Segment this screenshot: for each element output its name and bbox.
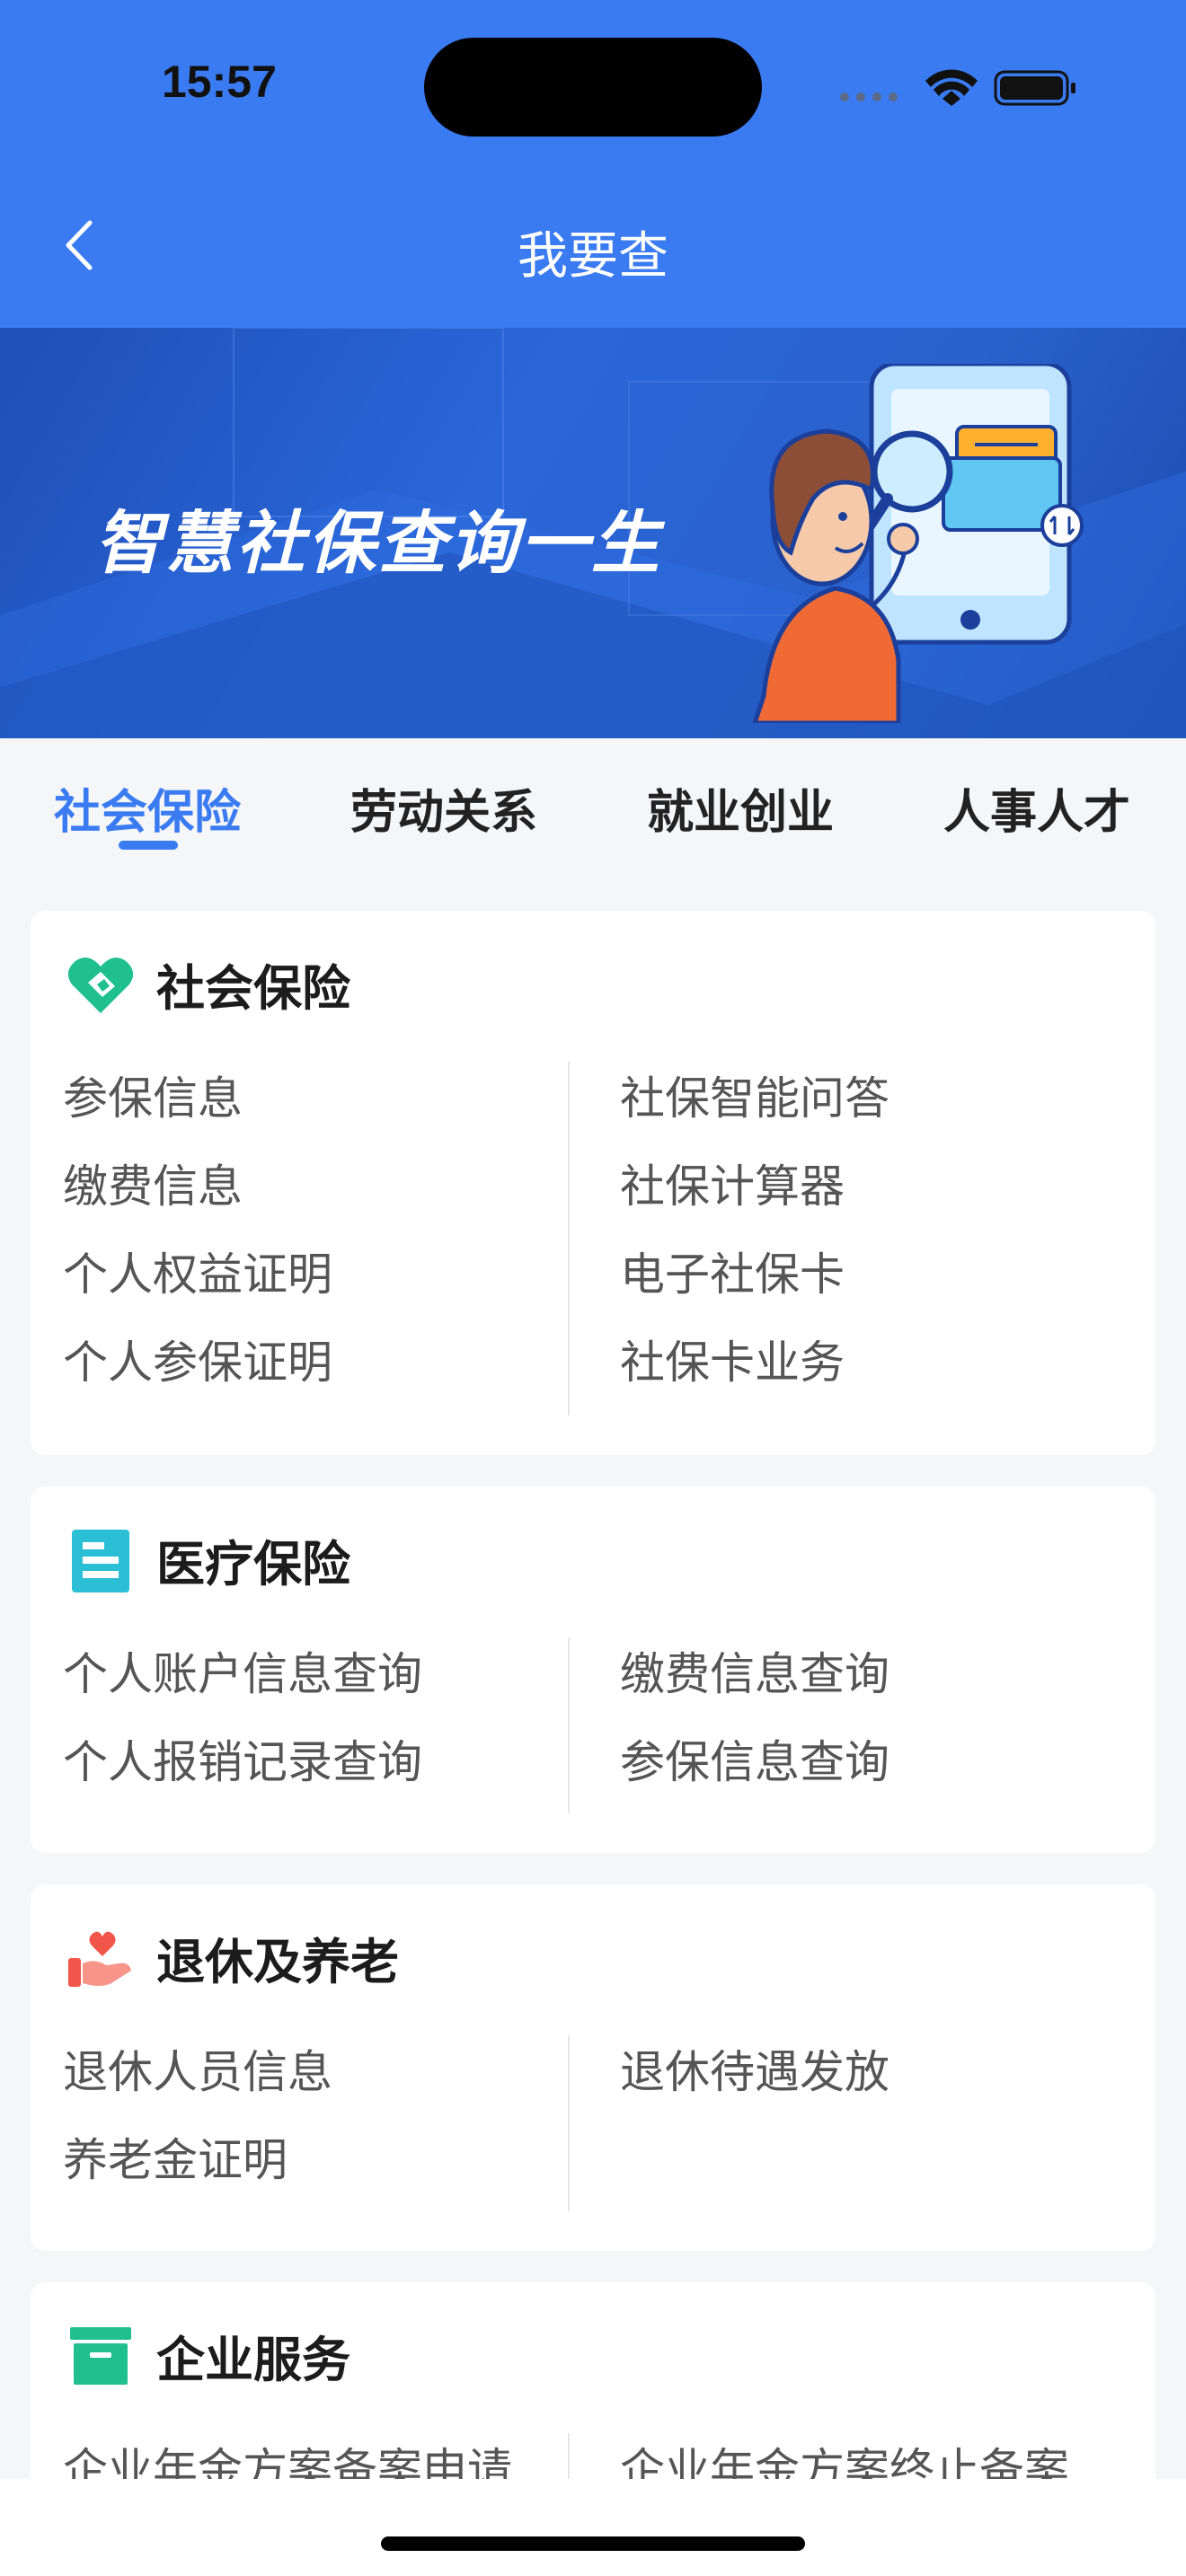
page: 15:57 我要查 智慧社保查询一生 社会保险 劳动关系 就业创业 人事人才 社… bbox=[0, 0, 1186, 2576]
active-tab-indicator bbox=[119, 841, 178, 850]
battery-icon bbox=[994, 70, 1075, 106]
link-retirement-payment[interactable]: 退休待遇发放 bbox=[620, 2028, 890, 2116]
section-card-social-insurance: 社会保险 参保信息 缴费信息 个人权益证明 个人参保证明 社保智能问答 社保计算… bbox=[31, 911, 1155, 1455]
category-tabs: 社会保险 劳动关系 就业创业 人事人才 bbox=[0, 738, 1186, 873]
header: 15:57 我要查 bbox=[0, 0, 1186, 328]
page-title: 我要查 bbox=[518, 227, 668, 286]
banner[interactable]: 智慧社保查询一生 bbox=[0, 328, 1186, 738]
section-title: 企业服务 bbox=[156, 2332, 350, 2388]
link-smart-qa[interactable]: 社保智能问答 bbox=[620, 1054, 890, 1142]
link-payment-info[interactable]: 缴费信息 bbox=[63, 1142, 332, 1231]
section-card-retirement: 退休及养老 退休人员信息 养老金证明 退休待遇发放 bbox=[31, 1884, 1155, 2251]
link-account-info[interactable]: 个人账户信息查询 bbox=[63, 1630, 422, 1718]
link-pension-certificate[interactable]: 养老金证明 bbox=[63, 2116, 332, 2204]
link-payment-query[interactable]: 缴费信息查询 bbox=[620, 1630, 890, 1718]
medical-doc-icon bbox=[72, 1530, 129, 1592]
archive-box-icon bbox=[70, 2327, 131, 2385]
section-title: 医疗保险 bbox=[156, 1536, 350, 1592]
link-e-card[interactable]: 电子社保卡 bbox=[620, 1231, 890, 1319]
dynamic-island bbox=[424, 38, 762, 137]
bottom-safe-area bbox=[0, 2479, 1186, 2576]
link-insured-info[interactable]: 参保信息 bbox=[63, 1054, 332, 1142]
search-illustration bbox=[752, 364, 1084, 723]
signal-icon bbox=[840, 93, 898, 101]
section-title: 退休及养老 bbox=[156, 1934, 399, 1990]
link-insured-query[interactable]: 参保信息查询 bbox=[620, 1718, 890, 1806]
tab-personnel[interactable]: 人事人才 bbox=[943, 774, 1130, 842]
link-rights-certificate[interactable]: 个人权益证明 bbox=[63, 1231, 332, 1319]
tab-labor-relations[interactable]: 劳动关系 bbox=[350, 774, 537, 842]
link-card-services[interactable]: 社保卡业务 bbox=[620, 1319, 890, 1407]
social-insurance-icon bbox=[67, 957, 134, 1013]
link-insured-certificate[interactable]: 个人参保证明 bbox=[63, 1319, 332, 1407]
wifi-icon bbox=[925, 69, 978, 106]
status-time: 15:57 bbox=[162, 57, 277, 107]
section-title: 社会保险 bbox=[156, 960, 350, 1017]
status-icons bbox=[840, 69, 1075, 106]
home-indicator bbox=[381, 2536, 805, 2551]
column-divider bbox=[568, 1637, 570, 1813]
tab-social-insurance[interactable]: 社会保险 bbox=[54, 774, 241, 842]
section-card-medical-insurance: 医疗保险 个人账户信息查询 个人报销记录查询 缴费信息查询 参保信息查询 bbox=[31, 1486, 1155, 1853]
banner-headline: 智慧社保查询一生 bbox=[94, 503, 662, 583]
tab-employment[interactable]: 就业创业 bbox=[647, 774, 834, 842]
heart-hand-icon bbox=[68, 1931, 131, 1987]
link-calculator[interactable]: 社保计算器 bbox=[620, 1142, 890, 1231]
link-retiree-info[interactable]: 退休人员信息 bbox=[63, 2028, 332, 2116]
link-reimbursement-records[interactable]: 个人报销记录查询 bbox=[63, 1718, 422, 1806]
column-divider bbox=[568, 2035, 570, 2211]
column-divider bbox=[568, 1062, 570, 1416]
